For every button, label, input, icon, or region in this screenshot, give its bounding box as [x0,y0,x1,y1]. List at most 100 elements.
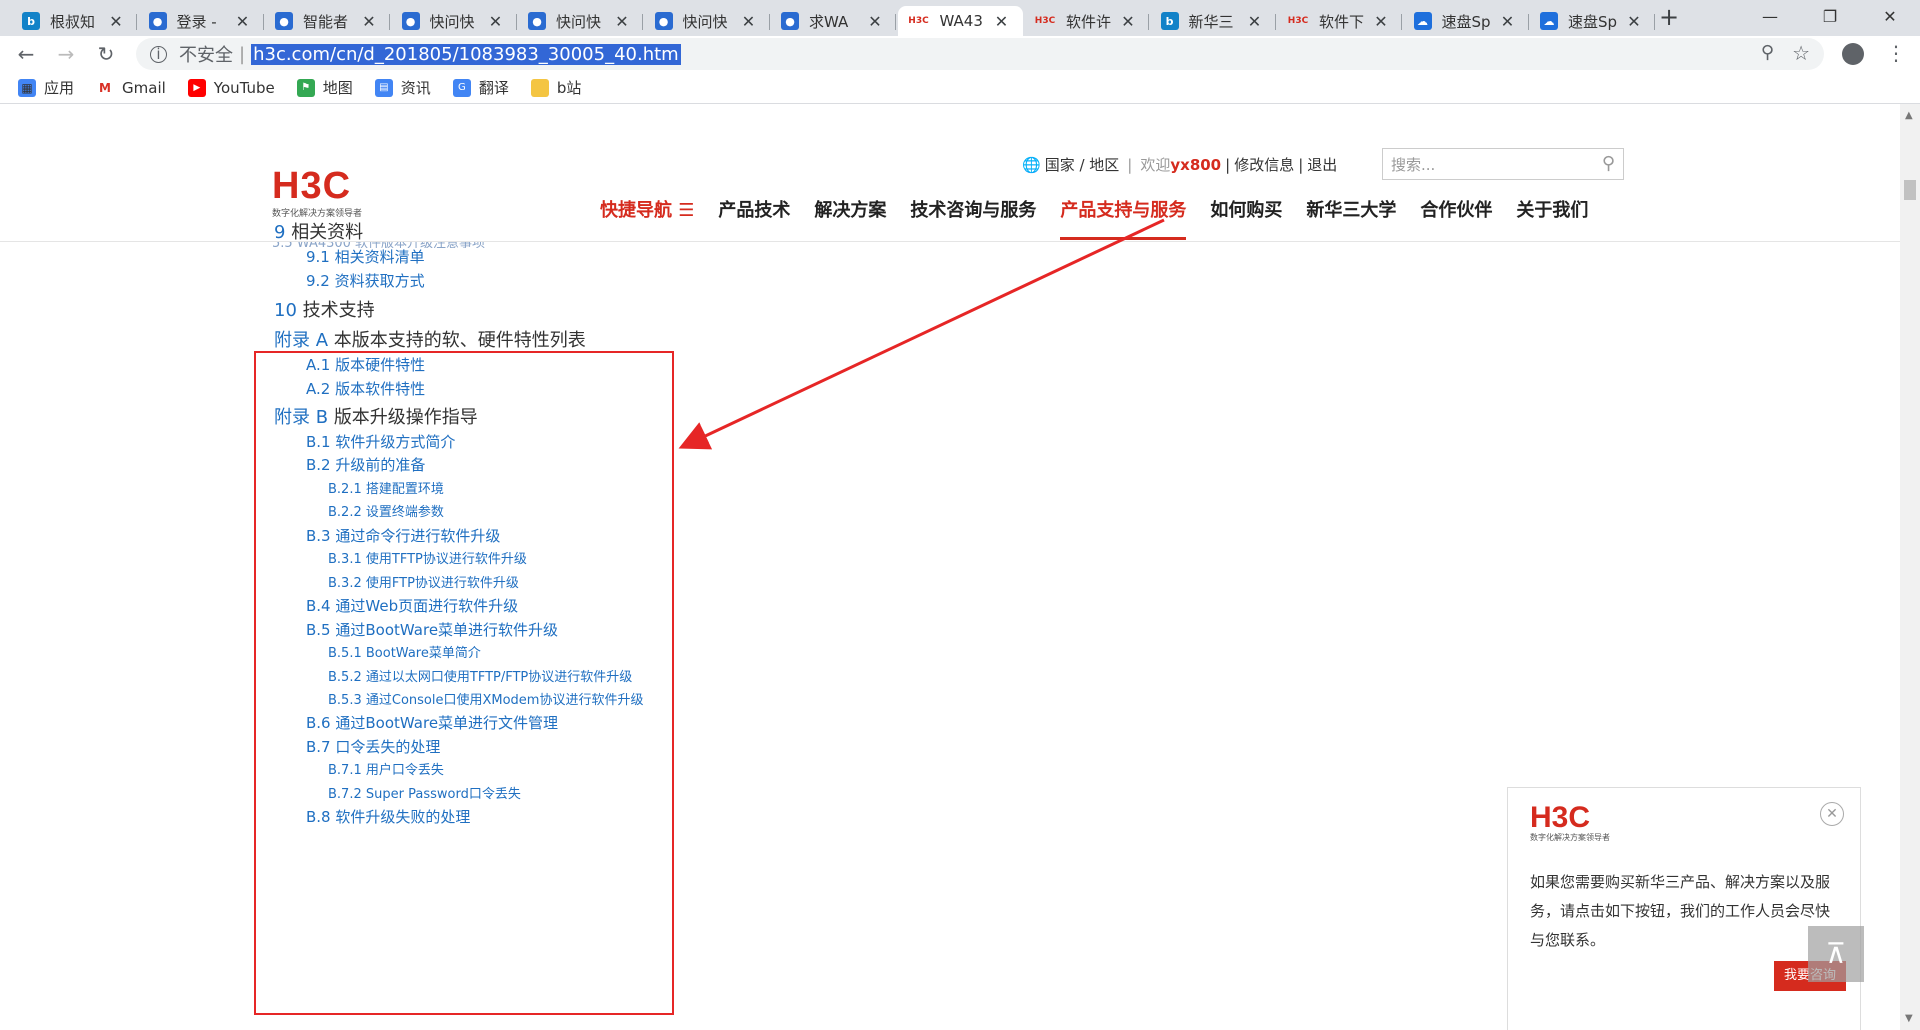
popup-h3c-logo: H3C 数字化解决方案领导者 [1530,801,1610,843]
new-tab-button[interactable]: + [1655,4,1683,32]
bookmark-star-icon[interactable]: ☆ [1792,41,1810,65]
nav-item-5[interactable]: 如何购买 [1210,196,1282,240]
popup-message: 如果您需要购买新华三产品、解决方案以及服务，请点击如下按钮，我们的工作人员会尽快… [1530,873,1831,949]
tab-9[interactable]: b 新华三 ✕ [1151,6,1276,36]
page-scrollbar[interactable]: ▲ ▼ [1900,104,1920,1030]
profile-avatar-icon[interactable] [1842,43,1864,65]
nav-item-3[interactable]: 技术咨询与服务 [910,196,1036,240]
close-window-button[interactable]: ✕ [1860,0,1920,32]
h3c-logo[interactable]: H3C 数字化解决方案领导者 [272,167,362,219]
reload-button[interactable]: ↻ [94,42,118,66]
toc-link[interactable]: 10 技术支持 [274,296,375,322]
bing-favicon-icon: b [1160,12,1179,30]
tab-close-icon[interactable]: ✕ [487,12,505,31]
bookmark-label: Gmail [122,78,166,97]
gmail-icon: M [99,80,111,95]
toc-link[interactable]: 9.2 资料获取方式 [306,270,425,291]
tab-label: 快问快 [556,12,602,31]
search-icon[interactable]: ⚲ [1602,153,1615,174]
browser-menu-icon[interactable]: ⋮ [1886,41,1906,65]
scrollbar-thumb[interactable] [1904,180,1916,200]
tab-label: 根叔知 [50,12,96,31]
tab-close-icon[interactable]: ✕ [993,12,1011,31]
tab-label: WA43 [939,12,983,30]
tab-close-icon[interactable]: ✕ [1499,12,1517,31]
maps-icon: ⚑ [296,78,315,97]
bookmark-4[interactable]: ▤ 资讯 [374,77,431,98]
username-link[interactable]: yx800 [1170,156,1221,174]
tab-3[interactable]: ● 快问快 ✕ [392,6,517,36]
tab-close-icon[interactable]: ✕ [740,12,758,31]
tab-close-icon[interactable]: ✕ [1372,12,1390,31]
nav-item-8[interactable]: 关于我们 [1516,196,1588,240]
tab-4[interactable]: ● 快问快 ✕ [518,6,643,36]
tab-close-icon[interactable]: ✕ [234,12,252,31]
bookmark-2[interactable]: ▶ YouTube [187,78,275,97]
tab-2[interactable]: ● 智能者 ✕ [265,6,390,36]
tab-5[interactable]: ● 快问快 ✕ [645,6,770,36]
tab-label: 智能者 [303,12,349,31]
tab-12[interactable]: ☁ 速盘Sp ✕ [1530,6,1655,36]
tab-close-icon[interactable]: ✕ [613,12,631,31]
region-link[interactable]: 国家 / 地区 [1045,154,1120,175]
tab-label: 软件许 [1066,12,1112,31]
tab-label: 新华三 [1188,12,1234,31]
doc-favicon-icon: ● [781,12,799,30]
tab-0[interactable]: b 根叔知 ✕ [12,6,137,36]
tab-close-icon[interactable]: ✕ [1119,12,1137,31]
tab-6[interactable]: ● 求WA ✕ [771,6,896,36]
tab-label: 快问快 [429,12,475,31]
minimize-button[interactable]: — [1740,0,1800,32]
doc-favicon-icon: ● [148,12,167,30]
back-button[interactable]: ← [14,42,38,66]
close-icon[interactable]: ✕ [1820,802,1844,826]
bookmark-1[interactable]: M Gmail [96,79,166,97]
tab-close-icon[interactable]: ✕ [1625,12,1643,31]
toc-link[interactable]: 9 相关资料 [274,218,363,244]
bookmark-6[interactable]: b站 [530,77,582,98]
edit-info-link[interactable]: 修改信息 [1234,154,1294,175]
page-content: H3C 数字化解决方案领导者 🌐 国家 / 地区 | 欢迎 yx800 | 修改… [0,104,1900,1030]
nav-item-6[interactable]: 新华三大学 [1306,196,1396,240]
tab-11[interactable]: ☁ 速盘Sp ✕ [1404,6,1529,36]
back-to-top-icon[interactable]: ⊼ [1808,926,1864,982]
forward-button[interactable]: → [54,42,78,66]
bookmark-label: b站 [556,79,582,97]
tab-close-icon[interactable]: ✕ [360,12,378,31]
nav-item-2[interactable]: 解决方案 [814,196,886,240]
tab-7[interactable]: H3C WA43 ✕ [897,6,1023,36]
nav-item-0[interactable]: 快捷导航 ☰ [600,196,694,240]
nav-item-4[interactable]: 产品支持与服务 [1060,196,1187,240]
h3c-favicon-icon: H3C [908,16,929,26]
bookmark-label: 地图 [322,79,353,97]
nav-item-1[interactable]: 产品技术 [718,196,790,240]
folder-icon [530,78,549,97]
news-icon: ▤ [374,78,393,97]
info-icon[interactable]: i [150,45,167,63]
bookmark-5[interactable]: G 翻译 [452,77,509,98]
bookmark-0[interactable]: ▦ 应用 [18,77,74,98]
site-search-input[interactable]: 搜索... ⚲ [1382,148,1624,180]
nav-item-7[interactable]: 合作伙伴 [1420,196,1492,240]
h3c-favicon-icon: H3C [1287,16,1309,26]
toc-link[interactable]: 9.1 相关资料清单 [306,246,425,267]
url-text[interactable]: h3c.com/cn/d_201805/1083983_30005_40.htm [251,43,681,65]
translate-icon: G [452,78,471,97]
bookmark-label: 应用 [44,79,75,97]
browser-toolbar: ← → ↻ i 不安全 | h3c.com/cn/d_201805/108398… [0,36,1920,72]
zoom-icon[interactable]: ⚲ [1761,42,1774,63]
tab-10[interactable]: H3C 软件下 ✕ [1277,6,1402,36]
tab-close-icon[interactable]: ✕ [866,12,884,31]
tab-close-icon[interactable]: ✕ [107,12,125,31]
restore-button[interactable]: ❐ [1800,0,1860,32]
doc-favicon-icon: ● [401,12,420,30]
doc-favicon-icon: ● [528,12,546,30]
tab-1[interactable]: ● 登录 - ✕ [139,6,264,36]
main-nav: 快捷导航 ☰ 产品技术 解决方案 技术咨询与服务 产品支持与服务 如何购买 新华三大学 合作伙… [600,196,1612,240]
toc-link[interactable]: 附录 A 本版本支持的软、硬件特性列表 [274,326,586,352]
tab-close-icon[interactable]: ✕ [1246,12,1264,31]
tab-8[interactable]: H3C 软件许 ✕ [1024,6,1149,36]
address-bar[interactable]: i 不安全 | h3c.com/cn/d_201805/1083983_3000… [136,38,1824,70]
logout-link[interactable]: 退出 [1307,154,1337,175]
bookmark-3[interactable]: ⚑ 地图 [296,77,353,98]
